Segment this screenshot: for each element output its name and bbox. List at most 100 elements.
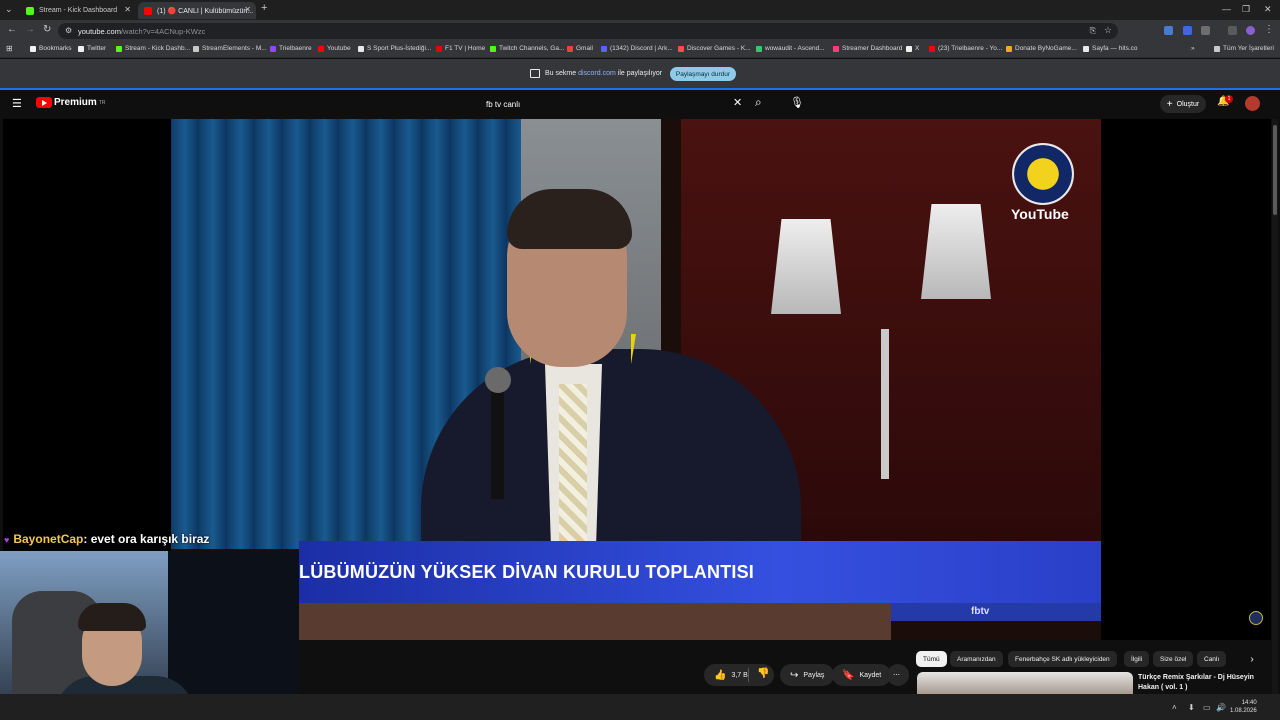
back-icon[interactable]: ← <box>7 24 17 35</box>
tab-search-icon[interactable]: ⌄ <box>5 4 13 15</box>
all-bookmarks-folder[interactable]: Tüm Yer İşaretleri <box>1214 45 1274 52</box>
bookmark-label: Discover Games - K... <box>687 45 751 52</box>
bookmark-label: F1 TV | Home <box>445 45 486 52</box>
bookmark-label: Twitter <box>87 45 107 52</box>
chat-overlay-message: ♥ BayonetCap: evet ora karışık biraz <box>4 532 209 546</box>
more-horizontal-icon: ⋯ <box>893 672 900 679</box>
extension-icon[interactable] <box>1183 26 1192 35</box>
more-actions-button[interactable]: ⋯ <box>887 664 909 686</box>
bookmark-item[interactable]: X <box>906 45 919 52</box>
extension-icon[interactable] <box>1228 26 1237 35</box>
bookmark-item[interactable]: (23) Trielbaenre - Yo... <box>929 45 1002 52</box>
bookmark-item[interactable]: Discover Games - K... <box>678 45 751 52</box>
recommendation-title[interactable]: Türkçe Remix Şarkılar - Dj Hüseyin Hakan… <box>1138 673 1258 693</box>
chip-related[interactable]: İlgili <box>1124 651 1150 667</box>
chip-from-search[interactable]: Aramanızdan <box>950 651 1003 667</box>
bookmark-item[interactable]: StreamElements - M... <box>193 45 267 52</box>
twitch-icon <box>270 45 276 52</box>
dislike-icon[interactable]: 👎 <box>757 668 769 679</box>
stop-sharing-button[interactable]: Paylaşmayı durdur <box>670 67 736 81</box>
bookmark-item[interactable]: Donate ByNoGame... <box>1006 45 1077 52</box>
profile-icon[interactable] <box>1246 26 1255 35</box>
url-host: youtube.com <box>78 26 121 36</box>
video-frame[interactable]: YouTube LÜBÜMÜZÜN YÜKSEK DİVAN KURULU TO… <box>171 119 1101 640</box>
create-button[interactable]: + Oluştur <box>1160 95 1206 113</box>
extension-icon[interactable] <box>1164 26 1173 35</box>
display-icon[interactable]: ▭ <box>1203 703 1211 712</box>
system-clock[interactable]: 14:40 1.08.2026 <box>1230 699 1257 715</box>
bookmark-label: (1342) Discord | Ark... <box>610 45 673 52</box>
minimize-icon[interactable]: — <box>1222 4 1231 14</box>
account-avatar[interactable] <box>1245 96 1260 111</box>
bookmark-label: Tüm Yer İşaretleri <box>1223 45 1274 52</box>
clock-date: 1.08.2026 <box>1230 708 1257 714</box>
microphone-handle <box>491 389 504 499</box>
address-bar[interactable]: ⚙ youtube.com/watch?v=4ACNup-KWzc ⎘ ☆ <box>58 23 1118 39</box>
globe-icon <box>1083 45 1089 52</box>
maximize-icon[interactable]: ❐ <box>1242 4 1250 15</box>
bookmark-label: Sayfa — hits.co <box>1092 45 1138 52</box>
share-icon: ↪ <box>790 669 799 681</box>
bookmark-item[interactable]: F1 TV | Home <box>436 45 485 52</box>
hamburger-menu-icon[interactable]: ☰ <box>12 97 22 110</box>
bookmark-item[interactable]: Twitter <box>78 45 106 52</box>
bookmark-label: StreamElements - M... <box>202 45 267 52</box>
bookmark-item[interactable]: Sayfa — hits.co <box>1083 45 1138 52</box>
bookmark-item[interactable]: wowaudit - Ascend... <box>756 45 825 52</box>
forward-icon[interactable]: → <box>25 24 35 35</box>
extension-icon[interactable] <box>1201 26 1210 35</box>
apps-grid-icon[interactable]: ⊞ <box>6 44 13 53</box>
like-count[interactable]: 3,7 B <box>731 672 747 679</box>
bookmark-label: Twitch Channels, Ga... <box>499 45 565 52</box>
clear-search-icon[interactable]: ✕ <box>733 96 742 109</box>
youtube-icon <box>318 45 324 52</box>
tray-overflow-icon[interactable]: ˄ <box>1172 703 1177 712</box>
search-icon[interactable]: ⌕ <box>755 95 762 110</box>
fbtv-logo: fbtv <box>971 606 990 617</box>
chevron-right-icon[interactable]: › <box>1244 651 1260 667</box>
save-button[interactable]: 🔖 Kaydet <box>832 664 892 686</box>
bookmark-item[interactable]: Gmail <box>567 45 593 52</box>
tab-kick-dashboard[interactable]: Stream - Kick Dashboard ✕ <box>20 2 136 19</box>
share-button[interactable]: ↪ Paylaş <box>780 664 835 686</box>
like-icon[interactable]: 👍 <box>714 670 726 681</box>
bookmark-item[interactable]: S Sport Plus-İstediği... <box>358 45 431 52</box>
bookmark-item[interactable]: Stream - Kick Dashb... <box>116 45 190 52</box>
tab-youtube-live[interactable]: (1) 🔴 CANLI | Kulübümüzün... ✕ <box>138 2 256 19</box>
channel-watermark-icon[interactable] <box>1249 611 1263 625</box>
site-info-icon[interactable]: ⚙ <box>65 26 72 35</box>
wowaudit-icon <box>756 45 762 52</box>
window-close-icon[interactable]: ✕ <box>1264 4 1272 15</box>
bookmark-label: Streamer Dashboard <box>842 45 903 52</box>
x-logo-icon <box>906 45 912 52</box>
bookmark-item[interactable]: Twitch Channels, Ga... <box>490 45 564 52</box>
network-icon[interactable]: ⬇ <box>1188 703 1195 712</box>
chip-live[interactable]: Canlı <box>1197 651 1227 667</box>
page-scrollbar-thumb[interactable] <box>1273 125 1277 215</box>
chat-text: : evet ora karışık biraz <box>83 532 210 546</box>
volume-icon[interactable]: 🔊 <box>1216 703 1226 712</box>
bookmark-item[interactable]: Youtube <box>318 45 351 52</box>
menu-kebab-icon[interactable]: ⋮ <box>1264 24 1274 35</box>
new-tab-button[interactable]: + <box>261 2 267 14</box>
bookmark-item[interactable]: Bookmarks <box>30 45 72 52</box>
bookmark-label: Gmail <box>576 45 593 52</box>
reload-icon[interactable]: ↻ <box>43 24 51 35</box>
chip-all[interactable]: Tümü <box>916 651 947 667</box>
bookmark-item[interactable]: Trielbaenre <box>270 45 312 52</box>
close-tab-icon[interactable]: ✕ <box>244 5 251 14</box>
recommendation-thumbnail[interactable] <box>917 672 1133 694</box>
share-status-text: Bu sekme discord.com ile paylaşılıyor <box>545 70 662 77</box>
like-dislike-group: 👍 3,7 B 👎 <box>704 664 774 686</box>
chip-from-uploader[interactable]: Fenerbahçe SK adlı yükleyiciden <box>1008 651 1117 667</box>
youtube-premium-logo[interactable]: Premium TR <box>36 97 105 108</box>
more-bookmarks-icon[interactable]: » <box>1191 45 1195 52</box>
microphone-icon[interactable]: 🎙 <box>790 96 804 109</box>
chip-for-you[interactable]: Size özel <box>1153 651 1194 667</box>
bookmark-item[interactable]: (1342) Discord | Ark... <box>601 45 673 52</box>
youtube-masthead: ☰ Premium TR fb tv canlı ✕ ⌕ 🎙 + Oluştur 🔔… <box>0 90 1280 118</box>
install-app-icon[interactable]: ⎘ <box>1090 26 1096 36</box>
close-tab-icon[interactable]: ✕ <box>124 5 131 14</box>
bookmark-item[interactable]: Streamer Dashboard <box>833 45 902 52</box>
bookmark-star-icon[interactable]: ☆ <box>1104 25 1112 36</box>
